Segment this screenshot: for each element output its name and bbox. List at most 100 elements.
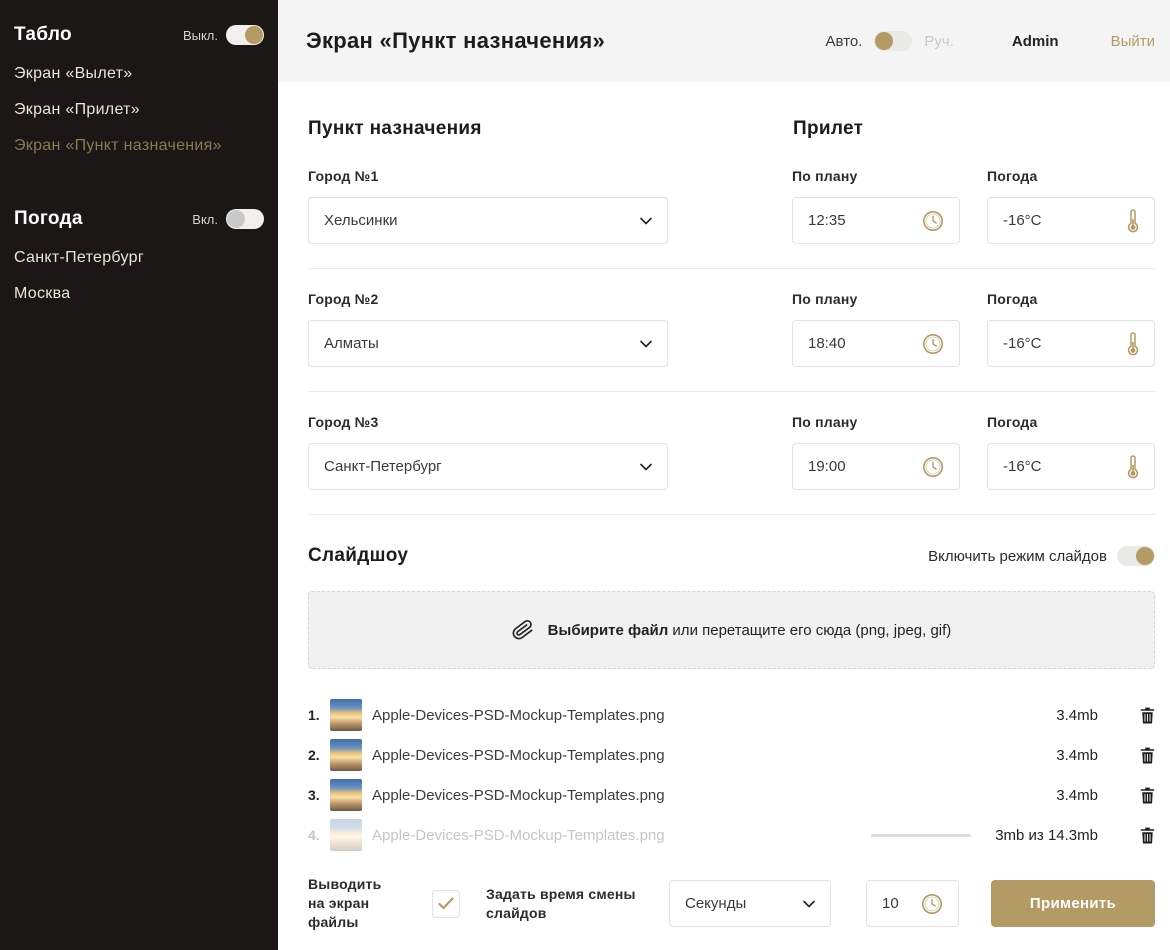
trash-icon[interactable]: [1140, 787, 1155, 804]
destination-row: Город №3 Санкт-Петербург По плану Погода: [308, 414, 1155, 490]
clock-icon: [922, 333, 944, 355]
sidebar-item-spb[interactable]: Санкт-Петербург: [14, 240, 264, 276]
weather3-label: Погода: [987, 414, 1155, 430]
interval-units-select[interactable]: Секунды: [669, 880, 831, 927]
file-index: 4.: [308, 827, 330, 843]
main-content: Пункт назначения Прилет Город №1 Хельсин…: [278, 82, 1170, 950]
city2-label: Город №2: [308, 291, 668, 307]
paperclip-icon: [512, 618, 534, 642]
file-thumbnail: [330, 779, 362, 811]
sidebar-item-destination-screen[interactable]: Экран «Пункт назначения»: [14, 128, 264, 164]
trash-icon[interactable]: [1140, 707, 1155, 724]
temp2-input[interactable]: [1003, 335, 1127, 352]
file-size: 3.4mb: [1038, 787, 1098, 804]
sidebar-section-weather: Погода Вкл. Санкт-Петербург Москва: [14, 208, 264, 312]
temp2-field: [987, 320, 1155, 367]
city1-select[interactable]: Хельсинки: [308, 197, 668, 244]
city1-label: Город №1: [308, 168, 668, 184]
plan1-label: По плану: [792, 168, 960, 184]
interval-value-input[interactable]: [882, 895, 921, 912]
sidebar-item-arrival-screen[interactable]: Экран «Прилет»: [14, 92, 264, 128]
city3-select[interactable]: Санкт-Петербург: [308, 443, 668, 490]
city1-value: Хельсинки: [324, 212, 398, 229]
file-row: 2. Apple-Devices-PSD-Mockup-Templates.pn…: [308, 735, 1155, 775]
thermometer-icon: [1127, 455, 1139, 479]
time1-input[interactable]: [808, 212, 922, 229]
display-files-checkbox[interactable]: [432, 890, 460, 918]
sidebar-section-title-weather: Погода: [14, 208, 83, 230]
destination-row: Город №1 Хельсинки По плану Погода: [308, 168, 1155, 244]
display-files-label: Выводить на экран файлы: [308, 875, 420, 932]
auto-mode-label: Авто.: [826, 33, 863, 50]
sidebar: Табло Выкл. Экран «Вылет» Экран «Прилет»…: [0, 0, 278, 950]
file-name: Apple-Devices-PSD-Mockup-Templates.png: [372, 707, 1038, 724]
time3-input[interactable]: [808, 458, 922, 475]
weather2-label: Погода: [987, 291, 1155, 307]
temp3-field: [987, 443, 1155, 490]
city3-label: Город №3: [308, 414, 668, 430]
time2-input[interactable]: [808, 335, 922, 352]
clock-icon: [922, 456, 944, 478]
temp1-field: [987, 197, 1155, 244]
interval-value-field: [866, 880, 959, 927]
sidebar-item-departure-screen[interactable]: Экран «Вылет»: [14, 56, 264, 92]
sidebar-section-title-tablo: Табло: [14, 24, 72, 46]
trash-icon[interactable]: [1140, 747, 1155, 764]
slide-interval-label: Задать время смены слайдов: [486, 885, 638, 923]
plan3-label: По плану: [792, 414, 960, 430]
tablo-toggle[interactable]: [226, 25, 264, 45]
file-index: 1.: [308, 707, 330, 723]
file-size: 3.4mb: [1038, 747, 1098, 764]
file-dropzone[interactable]: Выбирите файл или перетащите его сюда (p…: [308, 591, 1155, 669]
trash-icon[interactable]: [1140, 827, 1155, 844]
upload-progress-bar: [871, 834, 971, 837]
sidebar-section-tablo: Табло Выкл. Экран «Вылет» Экран «Прилет»…: [14, 24, 264, 164]
file-size: 3.4mb: [1038, 707, 1098, 724]
weather-toggle-label: Вкл.: [192, 212, 218, 227]
sidebar-item-moscow[interactable]: Москва: [14, 276, 264, 312]
time2-field: [792, 320, 960, 367]
weather-toggle[interactable]: [226, 209, 264, 229]
file-row: 3. Apple-Devices-PSD-Mockup-Templates.pn…: [308, 775, 1155, 815]
temp1-input[interactable]: [1003, 212, 1127, 229]
file-index: 2.: [308, 747, 330, 763]
file-thumbnail: [330, 699, 362, 731]
apply-button[interactable]: Применить: [991, 880, 1155, 927]
page-title: Экран «Пункт назначения»: [306, 28, 605, 54]
chevron-down-icon: [803, 900, 815, 908]
weather1-label: Погода: [987, 168, 1155, 184]
file-thumbnail: [330, 819, 362, 851]
city2-value: Алматы: [324, 335, 379, 352]
clock-icon: [922, 210, 944, 232]
file-row: 1. Apple-Devices-PSD-Mockup-Templates.pn…: [308, 695, 1155, 735]
arrival-section-title: Прилет: [793, 118, 863, 140]
user-name: Admin: [1012, 33, 1059, 50]
logout-link[interactable]: Выйти: [1111, 33, 1155, 50]
file-name: Apple-Devices-PSD-Mockup-Templates.png: [372, 787, 1038, 804]
upload-progress-text: 3mb из 14.3mb: [995, 827, 1098, 844]
tablo-toggle-label: Выкл.: [183, 28, 218, 43]
divider: [308, 391, 1155, 392]
temp3-input[interactable]: [1003, 458, 1127, 475]
slideshow-section-title: Слайдшоу: [308, 545, 408, 567]
plan2-label: По плану: [792, 291, 960, 307]
thermometer-icon: [1127, 332, 1139, 356]
file-thumbnail: [330, 739, 362, 771]
chevron-down-icon: [640, 217, 652, 225]
checkmark-icon: [438, 897, 454, 910]
file-list: 1. Apple-Devices-PSD-Mockup-Templates.pn…: [308, 695, 1155, 855]
manual-mode-label: Руч.: [924, 33, 954, 50]
destination-section-title: Пункт назначения: [308, 118, 482, 139]
file-row-uploading: 4. Apple-Devices-PSD-Mockup-Templates.pn…: [308, 815, 1155, 855]
thermometer-icon: [1127, 209, 1139, 233]
time1-field: [792, 197, 960, 244]
slideshow-toggle[interactable]: [1117, 546, 1155, 566]
auto-manual-toggle[interactable]: [874, 31, 912, 51]
clock-icon: [921, 893, 943, 915]
slideshow-toggle-label: Включить режим слайдов: [928, 548, 1107, 565]
choose-file-label: Выбирите файл: [548, 622, 669, 639]
divider: [308, 268, 1155, 269]
file-index: 3.: [308, 787, 330, 803]
city2-select[interactable]: Алматы: [308, 320, 668, 367]
city3-value: Санкт-Петербург: [324, 458, 442, 475]
